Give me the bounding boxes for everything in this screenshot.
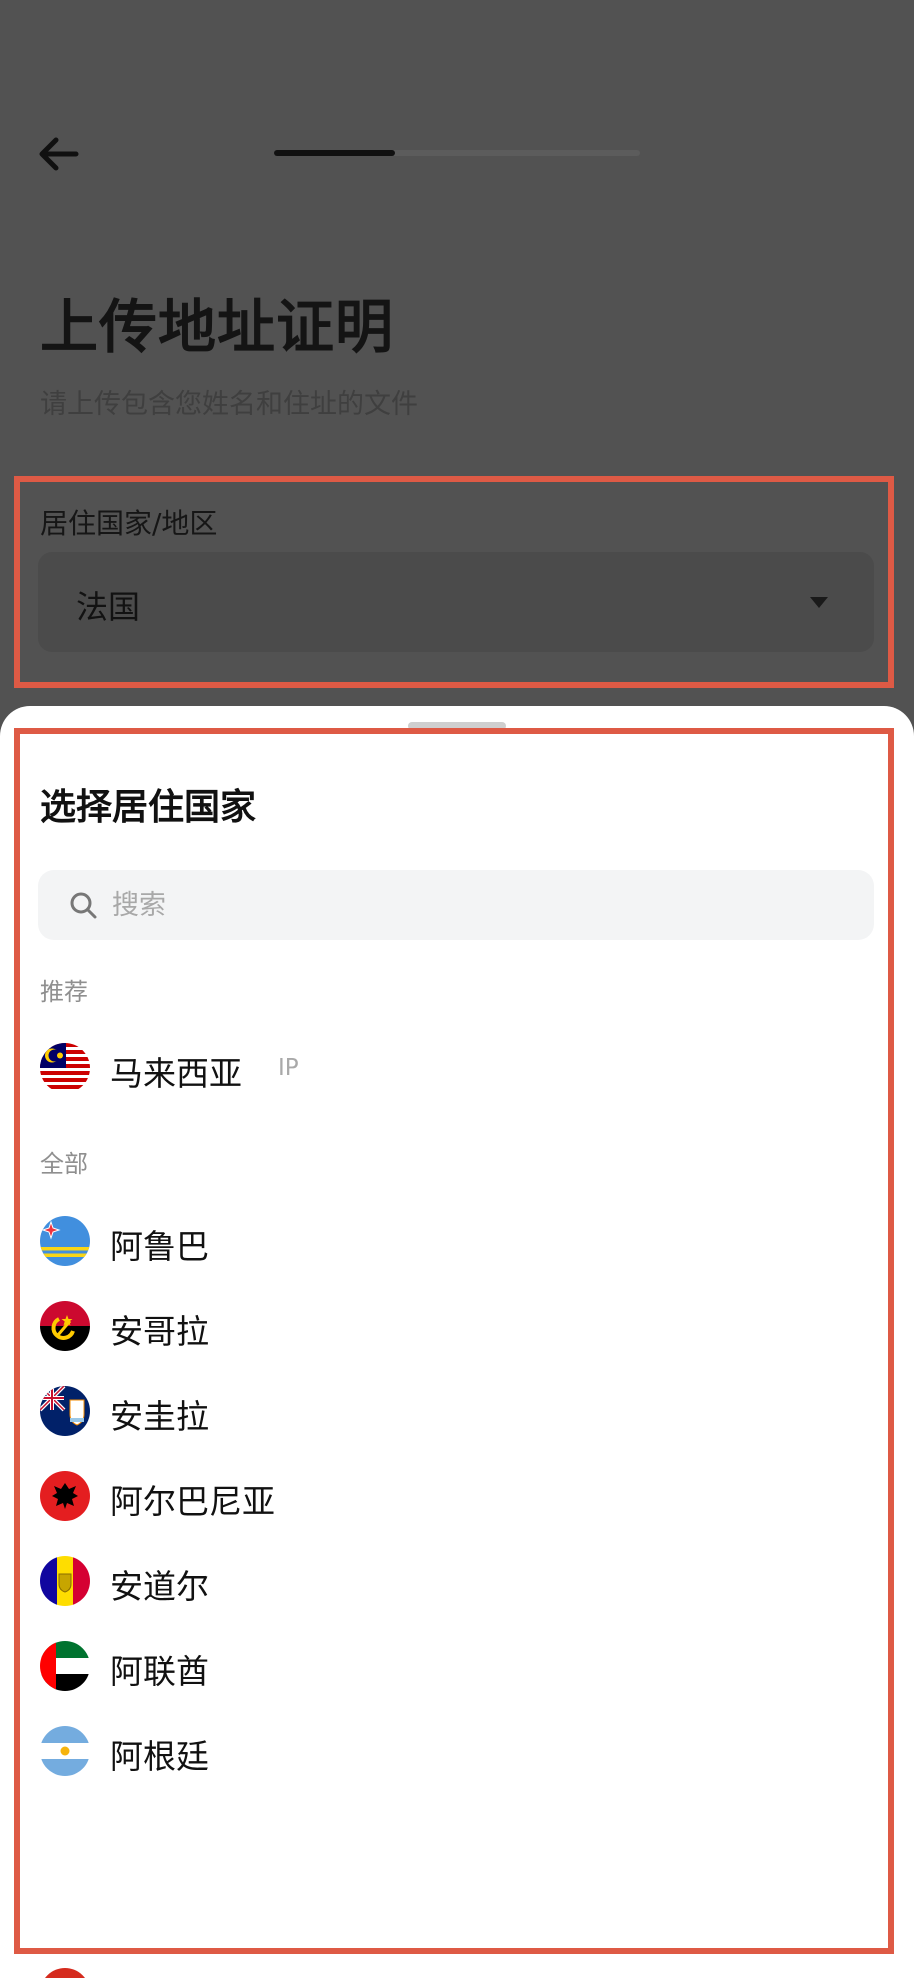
residence-label: 居住国家/地区	[40, 507, 218, 540]
country-name: 阿鲁巴	[110, 1227, 209, 1266]
country-row-malaysia[interactable]: 马来西亚 IP	[38, 1029, 874, 1109]
country-name: 阿尔巴尼亚	[110, 1482, 275, 1521]
country-picker-sheet: 选择居住国家 推荐	[0, 706, 914, 1978]
next-flag-icon	[40, 1968, 90, 1978]
argentina-flag-icon	[40, 1726, 90, 1776]
uae-flag-icon	[40, 1641, 90, 1691]
page-subtitle: 请上传包含您姓名和住址的文件	[40, 389, 418, 420]
country-name: 安道尔	[110, 1567, 209, 1606]
country-name: 阿根廷	[110, 1737, 209, 1776]
sheet-title: 选择居住国家	[40, 787, 257, 828]
back-button[interactable]	[36, 132, 86, 176]
country-row-anguilla[interactable]: 安圭拉	[38, 1372, 874, 1452]
ip-tag: IP	[278, 1055, 299, 1081]
country-row-uae[interactable]: 阿联酋	[38, 1627, 874, 1707]
residence-select[interactable]: 法国	[38, 552, 874, 652]
progress-bar	[274, 150, 640, 156]
progress-fill	[274, 150, 395, 156]
country-row-aruba[interactable]: 阿鲁巴	[38, 1202, 874, 1282]
country-name: 安圭拉	[110, 1397, 209, 1436]
country-row-angola[interactable]: 安哥拉	[38, 1287, 874, 1367]
albania-flag-icon	[40, 1471, 90, 1521]
country-name: 安哥拉	[110, 1312, 209, 1351]
caret-down-icon	[810, 597, 828, 608]
residence-value: 法国	[76, 588, 141, 626]
page-title: 上传地址证明	[40, 293, 395, 361]
country-name: 马来西亚	[110, 1054, 242, 1093]
search-icon	[70, 892, 97, 919]
screen: 上传地址证明 请上传包含您姓名和住址的文件 居住国家/地区 法国 选择居住国家 …	[0, 0, 914, 1978]
anguilla-flag-icon	[40, 1386, 90, 1436]
malaysia-flag-icon	[40, 1043, 90, 1093]
andorra-flag-icon	[40, 1556, 90, 1606]
country-row-albania[interactable]: 阿尔巴尼亚	[38, 1457, 874, 1537]
country-row-argentina[interactable]: 阿根廷	[38, 1712, 874, 1792]
all-section-label: 全部	[40, 1150, 88, 1178]
search-box[interactable]	[38, 870, 874, 940]
country-row-andorra[interactable]: 安道尔	[38, 1542, 874, 1622]
recommended-section-label: 推荐	[40, 978, 88, 1006]
angola-flag-icon	[40, 1301, 90, 1351]
aruba-flag-icon	[40, 1216, 90, 1266]
arrow-left-icon	[39, 137, 79, 171]
search-input[interactable]	[112, 870, 832, 940]
country-name: 阿联酋	[110, 1652, 209, 1691]
